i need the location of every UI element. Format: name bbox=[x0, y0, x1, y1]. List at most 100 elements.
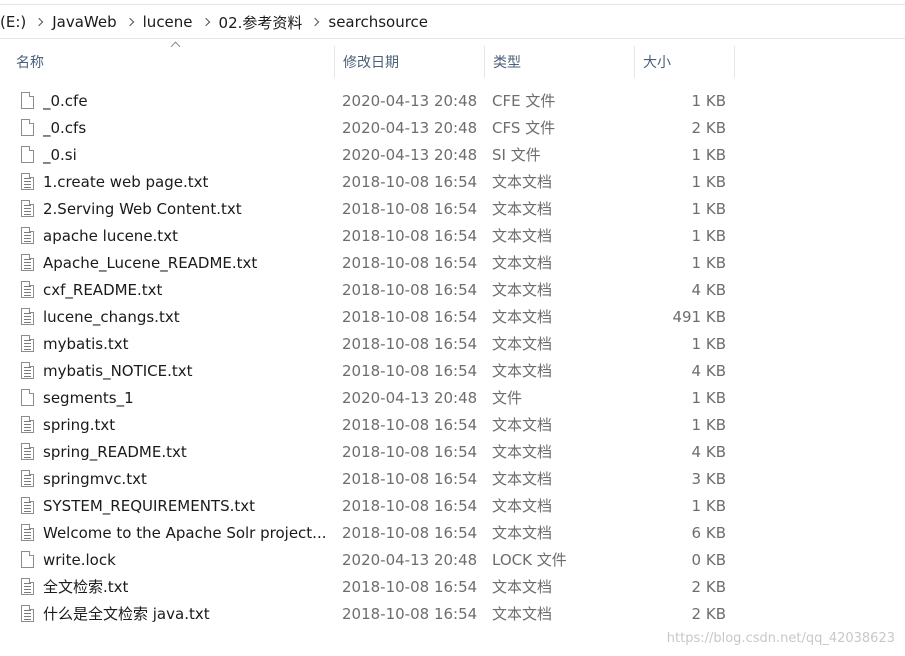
file-type: 文本文档 bbox=[492, 605, 553, 623]
column-header-date[interactable]: 修改日期 bbox=[335, 46, 485, 78]
file-row[interactable]: segments_1 2020-04-13 20:48 文件 1 KB bbox=[0, 385, 740, 412]
file-row[interactable]: apache lucene.txt 2018-10-08 16:54 文本文档 1 K… bbox=[0, 223, 740, 250]
file-name: 全文检索.txt bbox=[43, 578, 129, 596]
file-name: springmvc.txt bbox=[43, 470, 147, 488]
text-file-icon bbox=[21, 497, 34, 514]
file-row[interactable]: springmvc.txt 2018-10-08 16:54 文本文档 3 KB bbox=[0, 466, 740, 493]
chevron-right-icon[interactable] bbox=[302, 14, 328, 30]
file-size: 1 KB bbox=[691, 92, 726, 110]
file-date: 2018-10-08 16:54 bbox=[342, 308, 478, 326]
file-date: 2018-10-08 16:54 bbox=[342, 497, 478, 515]
file-row[interactable]: write.lock 2020-04-13 20:48 LOCK 文件 0 KB bbox=[0, 547, 740, 574]
file-name: spring_README.txt bbox=[43, 443, 187, 461]
file-type: 文本文档 bbox=[492, 173, 553, 191]
file-date: 2018-10-08 16:54 bbox=[342, 173, 478, 191]
file-name: Apache_Lucene_README.txt bbox=[43, 254, 258, 272]
breadcrumb-lucene[interactable]: lucene bbox=[143, 13, 193, 31]
file-type: 文本文档 bbox=[492, 281, 553, 299]
file-type: 文本文档 bbox=[492, 524, 553, 542]
breadcrumb-javaweb[interactable]: JavaWeb bbox=[52, 13, 116, 31]
file-name: cxf_README.txt bbox=[43, 281, 163, 299]
file-row[interactable]: spring_README.txt 2018-10-08 16:54 文本文档 4 K… bbox=[0, 439, 740, 466]
file-row[interactable]: 全文检索.txt 2018-10-08 16:54 文本文档 2 KB bbox=[0, 574, 740, 601]
file-name: _0.cfs bbox=[43, 119, 87, 137]
chevron-right-icon[interactable] bbox=[26, 14, 52, 30]
column-header-name[interactable]: 名称 bbox=[8, 41, 335, 78]
column-header-type-label: 类型 bbox=[493, 55, 521, 71]
file-row[interactable]: lucene_changs.txt 2018-10-08 16:54 文本文档 491… bbox=[0, 304, 740, 331]
file-name: spring.txt bbox=[43, 416, 116, 434]
text-file-icon bbox=[21, 254, 34, 271]
file-date: 2020-04-13 20:48 bbox=[342, 551, 478, 569]
file-type: 文本文档 bbox=[492, 227, 553, 245]
sort-ascending-icon bbox=[170, 41, 181, 52]
file-size: 1 KB bbox=[691, 146, 726, 164]
file-type: 文本文档 bbox=[492, 443, 553, 461]
file-date: 2018-10-08 16:54 bbox=[342, 416, 478, 434]
file-name: _0.si bbox=[43, 146, 77, 164]
file-row[interactable]: SYSTEM_REQUIREMENTS.txt 2018-10-08 16:54 文… bbox=[0, 493, 740, 520]
top-border bbox=[0, 0, 905, 5]
file-size: 1 KB bbox=[691, 416, 726, 434]
column-header-type[interactable]: 类型 bbox=[485, 46, 635, 78]
file-row[interactable]: mybatis_NOTICE.txt 2018-10-08 16:54 文本文档 4 … bbox=[0, 358, 740, 385]
file-size: 1 KB bbox=[691, 497, 726, 515]
file-row[interactable]: 1.create web page.txt 2018-10-08 16:54 文本文… bbox=[0, 169, 740, 196]
breadcrumb-reference[interactable]: 02.参考资料 bbox=[219, 12, 303, 33]
file-row[interactable]: spring.txt 2018-10-08 16:54 文本文档 1 KB bbox=[0, 412, 740, 439]
file-name: 1.create web page.txt bbox=[43, 173, 209, 191]
file-size: 1 KB bbox=[691, 173, 726, 191]
file-date: 2018-10-08 16:54 bbox=[342, 200, 478, 218]
column-header-size-label: 大小 bbox=[643, 55, 671, 71]
file-type: LOCK 文件 bbox=[492, 551, 567, 569]
file-type: CFS 文件 bbox=[492, 119, 556, 137]
file-size: 1 KB bbox=[691, 254, 726, 272]
file-date: 2020-04-13 20:48 bbox=[342, 146, 478, 164]
text-file-icon bbox=[21, 335, 34, 352]
file-date: 2020-04-13 20:48 bbox=[342, 119, 478, 137]
file-size: 4 KB bbox=[691, 281, 726, 299]
file-date: 2020-04-13 20:48 bbox=[342, 92, 478, 110]
file-row[interactable]: Welcome to the Apache Solr project.... 20… bbox=[0, 520, 740, 547]
file-date: 2018-10-08 16:54 bbox=[342, 443, 478, 461]
text-file-icon bbox=[21, 281, 34, 298]
file-row[interactable]: mybatis.txt 2018-10-08 16:54 文本文档 1 KB bbox=[0, 331, 740, 358]
column-header-row: 名称 修改日期 类型 大小 bbox=[0, 41, 905, 78]
blank-file-icon bbox=[21, 389, 34, 406]
chevron-right-icon[interactable] bbox=[193, 14, 219, 30]
file-type: 文本文档 bbox=[492, 254, 553, 272]
file-row[interactable]: 什么是全文检索 java.txt 2018-10-08 16:54 文本文档 2 KB bbox=[0, 601, 740, 628]
text-file-icon bbox=[21, 200, 34, 217]
file-type: 文本文档 bbox=[492, 308, 553, 326]
file-type: 文本文档 bbox=[492, 497, 553, 515]
file-row[interactable]: cxf_README.txt 2018-10-08 16:54 文本文档 4 KB bbox=[0, 277, 740, 304]
column-header-size[interactable]: 大小 bbox=[635, 46, 735, 78]
chevron-right-icon[interactable] bbox=[117, 14, 143, 30]
file-row[interactable]: 2.Serving Web Content.txt 2018-10-08 16:5… bbox=[0, 196, 740, 223]
file-row[interactable]: _0.si 2020-04-13 20:48 SI 文件 1 KB bbox=[0, 142, 740, 169]
file-row[interactable]: _0.cfe 2020-04-13 20:48 CFE 文件 1 KB bbox=[0, 88, 740, 115]
file-name: mybatis.txt bbox=[43, 335, 129, 353]
file-name: lucene_changs.txt bbox=[43, 308, 180, 326]
file-size: 2 KB bbox=[691, 605, 726, 623]
file-size: 1 KB bbox=[691, 335, 726, 353]
file-date: 2018-10-08 16:54 bbox=[342, 335, 478, 353]
breadcrumb-searchsource[interactable]: searchsource bbox=[328, 13, 428, 31]
column-header-name-label: 名称 bbox=[16, 55, 44, 71]
breadcrumb-drive[interactable]: (E:) bbox=[0, 13, 26, 31]
file-date: 2018-10-08 16:54 bbox=[342, 227, 478, 245]
file-size: 2 KB bbox=[691, 119, 726, 137]
text-file-icon bbox=[21, 578, 34, 595]
file-size: 1 KB bbox=[691, 200, 726, 218]
file-date: 2018-10-08 16:54 bbox=[342, 578, 478, 596]
file-type: 文本文档 bbox=[492, 416, 553, 434]
address-breadcrumb[interactable]: (E:) JavaWeb lucene 02.参考资料 searchsource bbox=[0, 6, 905, 39]
file-row[interactable]: Apache_Lucene_README.txt 2018-10-08 16:54… bbox=[0, 250, 740, 277]
file-row[interactable]: _0.cfs 2020-04-13 20:48 CFS 文件 2 KB bbox=[0, 115, 740, 142]
file-size: 1 KB bbox=[691, 389, 726, 407]
blank-file-icon bbox=[21, 146, 34, 163]
text-file-icon bbox=[21, 416, 34, 433]
file-name: write.lock bbox=[43, 551, 116, 569]
file-size: 6 KB bbox=[691, 524, 726, 542]
text-file-icon bbox=[21, 524, 34, 541]
